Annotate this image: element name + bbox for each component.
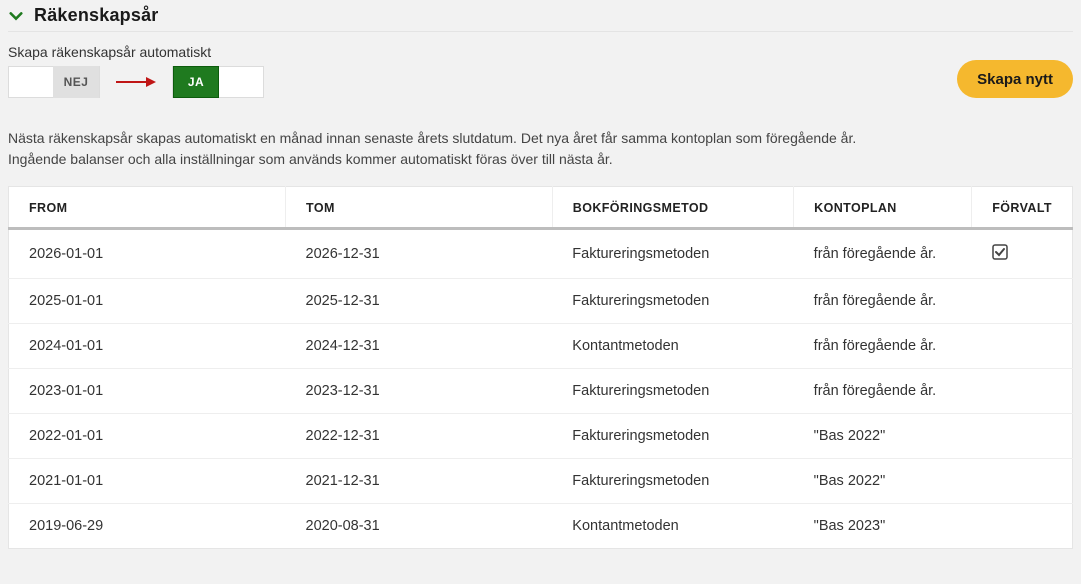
cell-default <box>972 459 1073 504</box>
cell-tom: 2024-12-31 <box>286 324 553 369</box>
toggle-spacer-left <box>9 66 53 98</box>
toggle-option-ja[interactable]: JA <box>173 66 219 98</box>
col-plan-header[interactable]: KONTOPLAN <box>794 187 972 229</box>
table-row[interactable]: 2022-01-012022-12-31Faktureringsmetoden"… <box>9 414 1073 459</box>
cell-from: 2026-01-01 <box>9 229 286 279</box>
chevron-down-icon[interactable] <box>8 8 24 24</box>
cell-method: Faktureringsmetoden <box>552 369 793 414</box>
toggle-option-nej[interactable]: NEJ <box>53 66 99 98</box>
cell-from: 2022-01-01 <box>9 414 286 459</box>
cell-method: Faktureringsmetoden <box>552 414 793 459</box>
table-row[interactable]: 2019-06-292020-08-31Kontantmetoden"Bas 2… <box>9 504 1073 549</box>
check-icon <box>992 248 1008 264</box>
cell-plan: "Bas 2022" <box>794 459 972 504</box>
cell-method: Faktureringsmetoden <box>552 229 793 279</box>
table-row[interactable]: 2025-01-012025-12-31Faktureringsmetodenf… <box>9 279 1073 324</box>
create-new-button[interactable]: Skapa nytt <box>957 60 1073 98</box>
cell-tom: 2022-12-31 <box>286 414 553 459</box>
col-method-header[interactable]: BOKFÖRINGSMETOD <box>552 187 793 229</box>
auto-create-block: Skapa räkenskapsår automatiskt NEJ JA <box>8 44 264 98</box>
cell-plan: "Bas 2023" <box>794 504 972 549</box>
description-line2: Ingående balanser och alla inställningar… <box>8 151 613 167</box>
cell-from: 2025-01-01 <box>9 279 286 324</box>
cell-from: 2023-01-01 <box>9 369 286 414</box>
cell-plan: från föregående år. <box>794 229 972 279</box>
toggle-spacer-right <box>219 66 263 98</box>
cell-plan: från föregående år. <box>794 324 972 369</box>
auto-create-label: Skapa räkenskapsår automatiskt <box>8 44 264 60</box>
col-default-header[interactable]: FÖRVALT <box>972 187 1073 229</box>
cell-from: 2021-01-01 <box>9 459 286 504</box>
table-row[interactable]: 2026-01-012026-12-31Faktureringsmetodenf… <box>9 229 1073 279</box>
col-from-header[interactable]: FROM <box>9 187 286 229</box>
cell-default <box>972 229 1073 279</box>
section-header: Räkenskapsår <box>8 0 1073 32</box>
cell-tom: 2021-12-31 <box>286 459 553 504</box>
cell-default <box>972 279 1073 324</box>
cell-default <box>972 324 1073 369</box>
table-row[interactable]: 2024-01-012024-12-31Kontantmetodenfrån f… <box>9 324 1073 369</box>
cell-plan: från föregående år. <box>794 369 972 414</box>
fiscal-years-table: FROM TOM BOKFÖRINGSMETOD KONTOPLAN FÖRVA… <box>8 186 1073 549</box>
cell-method: Faktureringsmetoden <box>552 279 793 324</box>
cell-method: Faktureringsmetoden <box>552 459 793 504</box>
cell-tom: 2020-08-31 <box>286 504 553 549</box>
cell-plan: "Bas 2022" <box>794 414 972 459</box>
auto-create-toggle-on[interactable]: JA <box>172 66 264 98</box>
table-row[interactable]: 2021-01-012021-12-31Faktureringsmetoden"… <box>9 459 1073 504</box>
table-row[interactable]: 2023-01-012023-12-31Faktureringsmetodenf… <box>9 369 1073 414</box>
auto-create-toggle[interactable]: NEJ <box>8 66 100 98</box>
cell-tom: 2025-12-31 <box>286 279 553 324</box>
cell-default <box>972 414 1073 459</box>
cell-default <box>972 504 1073 549</box>
cell-method: Kontantmetoden <box>552 324 793 369</box>
table-header-row: FROM TOM BOKFÖRINGSMETOD KONTOPLAN FÖRVA… <box>9 187 1073 229</box>
description-line1: Nästa räkenskapsår skapas automatiskt en… <box>8 130 856 146</box>
cell-from: 2019-06-29 <box>9 504 286 549</box>
cell-tom: 2023-12-31 <box>286 369 553 414</box>
cell-tom: 2026-12-31 <box>286 229 553 279</box>
col-tom-header[interactable]: TOM <box>286 187 553 229</box>
page-title: Räkenskapsår <box>34 5 158 26</box>
cell-default <box>972 369 1073 414</box>
arrow-right-icon <box>116 75 156 89</box>
description-text: Nästa räkenskapsår skapas automatiskt en… <box>8 128 1073 170</box>
cell-from: 2024-01-01 <box>9 324 286 369</box>
cell-plan: från föregående år. <box>794 279 972 324</box>
cell-method: Kontantmetoden <box>552 504 793 549</box>
